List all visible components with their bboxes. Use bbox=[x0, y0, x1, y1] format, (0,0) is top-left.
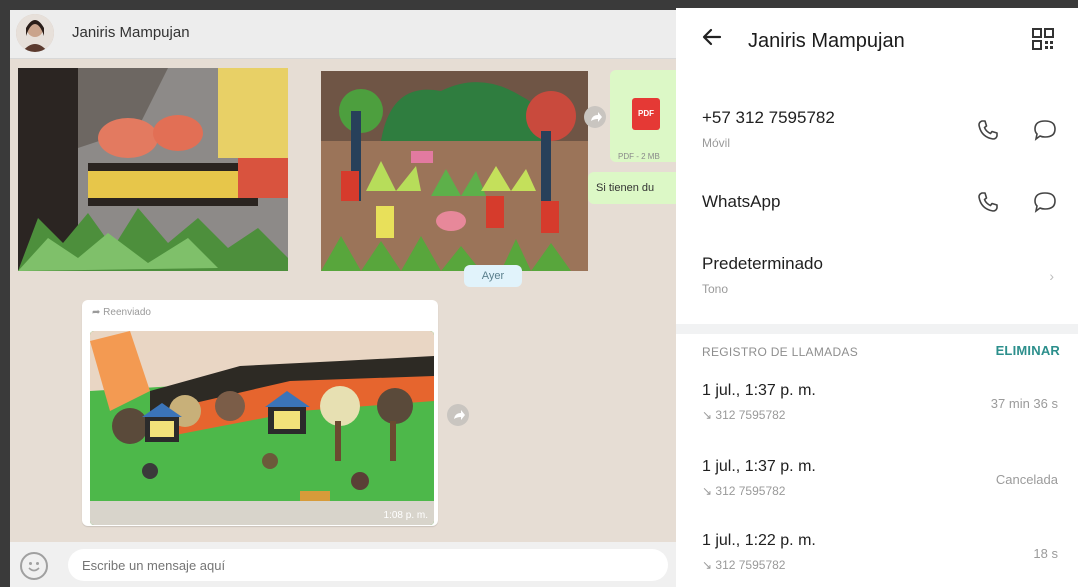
forward-icon: ➦ bbox=[92, 307, 104, 318]
call-log-entry[interactable]: 1 jul., 1:22 p. m. ↘ 312 7595782 18 s bbox=[676, 528, 1078, 584]
share-icon[interactable] bbox=[447, 404, 469, 426]
call-duration: 37 min 36 s bbox=[990, 396, 1058, 411]
whatsapp-row[interactable]: WhatsApp bbox=[676, 178, 1078, 228]
screenshot: Janiris Mampujan PDF PDF - 2 MB Si tiene… bbox=[0, 0, 1078, 587]
phone-icon[interactable] bbox=[976, 190, 1000, 214]
emoji-icon[interactable] bbox=[20, 552, 48, 580]
phone-number: +57 312 7595782 bbox=[702, 108, 835, 127]
call-direction-icon: ↘ bbox=[702, 558, 716, 572]
pdf-icon: PDF bbox=[632, 98, 660, 130]
call-log-header: REGISTRO DE LLAMADAS bbox=[702, 345, 859, 359]
call-direction-icon: ↘ bbox=[702, 484, 716, 498]
document-message[interactable]: PDF PDF - 2 MB bbox=[610, 70, 678, 162]
contact-header: Janiris Mampujan bbox=[676, 8, 1078, 74]
section-divider bbox=[676, 324, 1078, 334]
image-message[interactable] bbox=[321, 71, 588, 271]
default-sub: Tono bbox=[702, 282, 729, 296]
chat-contact-name[interactable]: Janiris Mampujan bbox=[72, 24, 190, 41]
call-time: 1 jul., 1:37 p. m. bbox=[702, 382, 816, 399]
call-number: ↘ 312 7595782 bbox=[702, 558, 786, 572]
phone-icon[interactable] bbox=[976, 118, 1000, 142]
chat-header: Janiris Mampujan bbox=[10, 10, 678, 59]
call-log-entry[interactable]: 1 jul., 1:37 p. m. ↘ 312 7595782 37 min … bbox=[676, 378, 1078, 434]
chevron-right-icon: › bbox=[1049, 268, 1054, 284]
call-log-entry[interactable]: 1 jul., 1:37 p. m. ↘ 312 7595782 Cancela… bbox=[676, 454, 1078, 510]
call-direction-icon: ↘ bbox=[702, 408, 716, 422]
call-time: 1 jul., 1:37 p. m. bbox=[702, 458, 816, 475]
qr-code-icon[interactable] bbox=[1032, 28, 1054, 50]
message-time: 1:08 p. m. bbox=[383, 510, 428, 521]
message-text: Si tienen du bbox=[596, 182, 655, 194]
phone-type: Móvil bbox=[702, 136, 731, 150]
back-arrow-icon[interactable] bbox=[700, 24, 724, 56]
avatar[interactable] bbox=[16, 14, 54, 52]
contact-title: Janiris Mampujan bbox=[748, 30, 905, 52]
contact-details-pane: Janiris Mampujan +57 312 7595782 Móvil W… bbox=[676, 8, 1078, 587]
image-message[interactable] bbox=[18, 68, 288, 271]
text-message[interactable]: Si tienen du bbox=[588, 172, 678, 204]
chat-pane: Janiris Mampujan PDF PDF - 2 MB Si tiene… bbox=[10, 10, 678, 587]
message-icon[interactable] bbox=[1032, 190, 1058, 214]
whatsapp-label: WhatsApp bbox=[702, 192, 781, 211]
call-status: Cancelada bbox=[995, 472, 1058, 487]
message-input[interactable] bbox=[68, 549, 668, 581]
date-chip: Ayer bbox=[464, 265, 522, 287]
default-label: Predeterminado bbox=[702, 254, 823, 273]
share-icon[interactable] bbox=[584, 106, 606, 128]
phone-row[interactable]: +57 312 7595782 Móvil bbox=[676, 100, 1078, 160]
call-number: ↘ 312 7595782 bbox=[702, 484, 786, 498]
call-time: 1 jul., 1:22 p. m. bbox=[702, 532, 816, 549]
image-message[interactable]: 1:08 p. m. bbox=[90, 331, 434, 525]
document-meta: PDF - 2 MB bbox=[618, 152, 660, 161]
message-icon[interactable] bbox=[1032, 118, 1058, 142]
composer bbox=[10, 542, 678, 587]
default-ringtone-row[interactable]: Predeterminado Tono › bbox=[676, 244, 1078, 304]
call-duration: 18 s bbox=[1033, 546, 1058, 561]
call-number: ↘ 312 7595782 bbox=[702, 408, 786, 422]
delete-log-button[interactable]: ELIMINAR bbox=[996, 343, 1060, 358]
forwarded-label: ➦ Reenviado bbox=[92, 307, 151, 318]
